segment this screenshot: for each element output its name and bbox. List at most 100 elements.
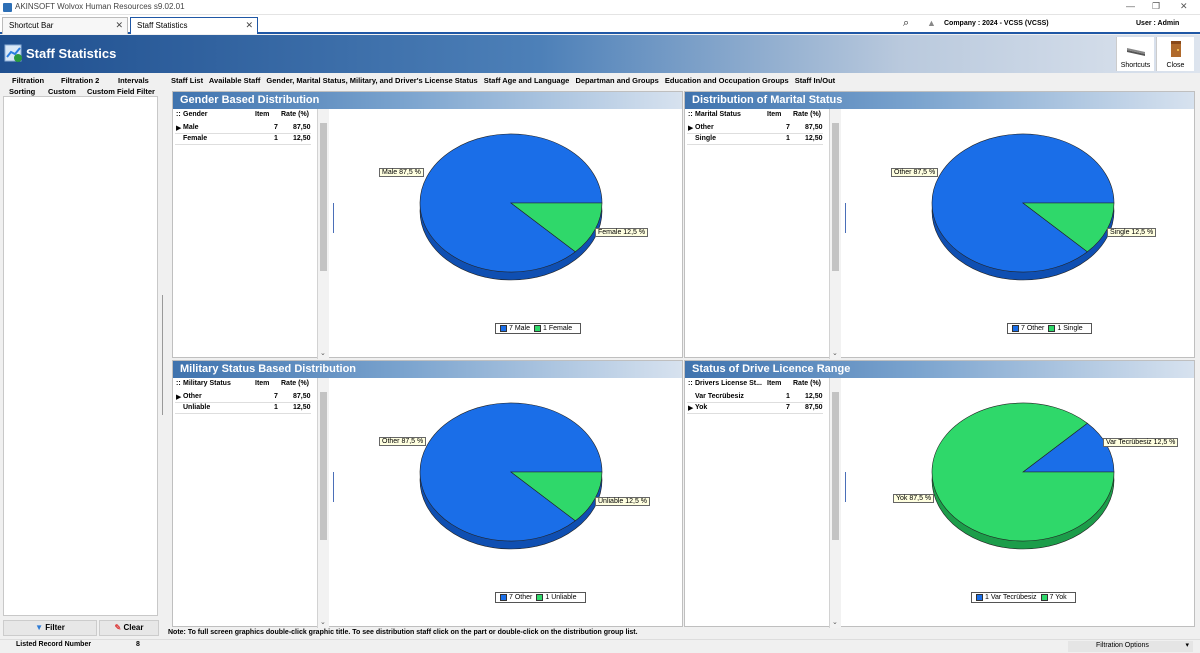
distribution-grid: :: Gender Item Rate (%) ▶ Male 7 87,50 Femal… — [173, 109, 318, 359]
vertical-scrollbar[interactable]: ⌄ — [318, 109, 329, 359]
pie-chart[interactable]: Other 87,5 % Unliable 12,5 % 7 Other 1 Unli… — [331, 378, 683, 628]
chevron-down-icon[interactable]: ⌄ — [320, 349, 326, 357]
filtration-options-dropdown[interactable]: Filtration Options ▾ — [1068, 641, 1193, 652]
column-header-group[interactable]: Military Status — [183, 380, 231, 387]
column-header-rate[interactable]: Rate (%) — [793, 111, 821, 118]
cell-rate: 12,50 — [805, 393, 823, 400]
pie-chart-svg[interactable] — [843, 378, 1195, 628]
pie-chart[interactable]: Other 87,5 % Single 12,5 % 7 Other 1 Single — [843, 109, 1195, 359]
column-header-rate[interactable]: Rate (%) — [281, 380, 309, 387]
chevron-down-icon[interactable]: ⌄ — [320, 618, 326, 626]
legend-swatch — [500, 594, 507, 601]
column-header-group[interactable]: Marital Status — [695, 111, 741, 118]
cell-name: Unliable — [183, 404, 211, 411]
tab-label: Staff Statistics — [137, 21, 188, 30]
chart-splitter-handle[interactable] — [333, 472, 336, 502]
exit-door-icon — [1170, 41, 1181, 57]
tab-shortcut-bar[interactable]: Shortcut Bar ✕ — [2, 17, 128, 34]
scrollbar-thumb[interactable] — [832, 123, 839, 271]
cell-item: 7 — [786, 404, 790, 411]
scrollbar-thumb[interactable] — [832, 392, 839, 540]
table-row[interactable] — [687, 403, 823, 414]
chevron-down-icon[interactable]: ⌄ — [832, 349, 838, 357]
cell-name: Male — [183, 124, 199, 131]
pie-slice-yok[interactable] — [931, 402, 1115, 542]
tab-staff-statistics[interactable]: Staff Statistics ✕ — [130, 17, 258, 34]
status-bar — [0, 639, 1200, 653]
tab-staff-in-out[interactable]: Staff In/Out — [795, 76, 835, 85]
column-header-rate[interactable]: Rate (%) — [793, 380, 821, 387]
pie-chart[interactable]: Male 87,5 % Female 12,5 % 7 Male 1 Female — [331, 109, 683, 359]
search-icon[interactable]: ⌕ — [903, 17, 909, 30]
minimize-button[interactable]: — — [1126, 1, 1135, 11]
filter-button[interactable]: ▼ Filter — [3, 620, 97, 636]
grid-menu-icon[interactable]: :: — [176, 111, 181, 118]
tab-staff-list[interactable]: Staff List — [171, 76, 203, 85]
cell-name: Female — [183, 135, 208, 142]
distribution-grid: :: Marital Status Item Rate (%) ▶ Other 7 8… — [685, 109, 830, 359]
vertical-scrollbar[interactable]: ⌄ — [830, 109, 841, 359]
chevron-down-icon: ▾ — [1185, 642, 1189, 649]
column-header-item[interactable]: Item — [767, 111, 781, 118]
chart-panel-title[interactable]: Gender Based Distribution — [173, 92, 682, 109]
vertical-scrollbar[interactable]: ⌄ — [830, 378, 841, 628]
tab-gender-marital-military-license[interactable]: Gender, Marital Status, Military, and Dr… — [266, 76, 477, 85]
chart-splitter-handle[interactable] — [845, 203, 848, 233]
grid-menu-icon[interactable]: :: — [688, 380, 693, 387]
column-header-item[interactable]: Item — [255, 111, 269, 118]
pie-chart[interactable]: Var Tecrübesiz 12,5 % Yok 87,5 % 1 Var Tec… — [843, 378, 1195, 628]
restore-button[interactable]: ❐ — [1152, 1, 1160, 12]
close-window-button[interactable]: ✕ — [1180, 1, 1188, 12]
scrollbar-thumb[interactable] — [320, 123, 327, 271]
window-title-bar: AKINSOFT Wolvox Human Resources s9.02.01… — [0, 0, 1200, 15]
column-header-item[interactable]: Item — [767, 380, 781, 387]
grid-menu-icon[interactable]: :: — [176, 380, 181, 387]
close-tab-icon[interactable]: ✕ — [245, 20, 253, 31]
chart-panel: Military Status Based Distribution :: Mi… — [172, 360, 683, 628]
tab-label: Shortcut Bar — [9, 21, 54, 30]
close-tab-icon[interactable]: ✕ — [115, 20, 123, 31]
slice-label: Other 87,5 % — [891, 168, 939, 177]
row-indicator-icon: ▶ — [688, 405, 694, 412]
row-indicator-icon: ▶ — [176, 394, 182, 401]
vertical-scrollbar[interactable]: ⌄ — [318, 378, 329, 628]
row-indicator-icon: ▶ — [688, 125, 694, 132]
legend-entry: 1 Single — [1057, 325, 1083, 333]
tab-custom-field-filter[interactable]: Custom Field Filter — [87, 87, 155, 96]
close-button[interactable]: Close — [1156, 37, 1194, 71]
legend-entry: 7 Other — [1021, 325, 1045, 333]
chart-splitter-handle[interactable] — [845, 472, 848, 502]
tab-intervals[interactable]: Intervals — [118, 76, 149, 85]
cell-rate: 87,50 — [805, 404, 823, 411]
shortcuts-button[interactable]: Shortcuts — [1116, 37, 1154, 71]
tab-available-staff[interactable]: Available Staff — [209, 76, 260, 85]
cell-name: Other — [695, 124, 714, 131]
column-header-item[interactable]: Item — [255, 380, 269, 387]
column-header-group[interactable]: Gender — [183, 111, 208, 118]
grid-menu-icon[interactable]: :: — [688, 111, 693, 118]
tab-education-occupation[interactable]: Education and Occupation Groups — [665, 76, 789, 85]
cell-name: Other — [183, 393, 202, 400]
chart-panel-title[interactable]: Military Status Based Distribution — [173, 361, 682, 378]
tab-custom[interactable]: Custom — [48, 87, 76, 96]
legend-swatch — [1040, 594, 1048, 601]
chevron-down-icon[interactable]: ⌄ — [832, 618, 838, 626]
legend-entry: 7 Male — [509, 325, 531, 333]
cell-rate: 12,50 — [805, 135, 823, 142]
filter-list-area[interactable] — [3, 96, 158, 616]
column-header-group[interactable]: Drivers License St... — [695, 380, 762, 387]
bell-icon[interactable]: ▲ — [927, 18, 936, 28]
clear-button[interactable]: ✎ Clear — [99, 620, 159, 636]
scrollbar-thumb[interactable] — [320, 392, 327, 540]
tab-sorting[interactable]: Sorting — [9, 87, 35, 96]
tab-department-groups[interactable]: Departman and Groups — [575, 76, 658, 85]
panel-splitter[interactable] — [162, 295, 166, 415]
chart-panel-title[interactable]: Distribution of Marital Status — [685, 92, 1194, 109]
column-header-rate[interactable]: Rate (%) — [281, 111, 309, 118]
tab-filtration-2[interactable]: Filtration 2 — [61, 76, 99, 85]
chart-panel-title[interactable]: Status of Drive Licence Range — [685, 361, 1194, 378]
chart-splitter-handle[interactable] — [333, 203, 336, 233]
tab-staff-age-language[interactable]: Staff Age and Language — [484, 76, 570, 85]
tab-filtration[interactable]: Filtration — [12, 76, 44, 85]
cell-item: 1 — [274, 404, 278, 411]
